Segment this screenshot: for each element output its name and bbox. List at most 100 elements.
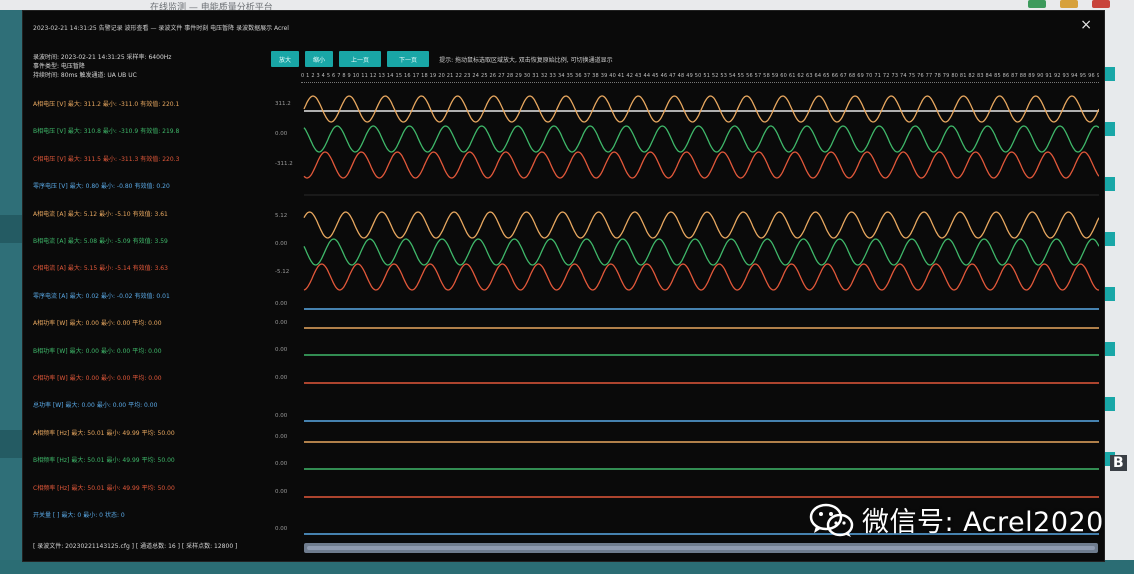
side-label[interactable]: B xyxy=(1110,455,1127,471)
channel-label: A相功率 [W] xyxy=(33,320,68,328)
voltage-trace xyxy=(303,151,1099,179)
channel-min: 最小: -5.09 xyxy=(99,238,131,245)
channel-max: 最大: 5.12 xyxy=(67,210,98,218)
record-info: 录波时间: 2023-02-21 14:31:25 采样率: 6400Hz 事件… xyxy=(33,53,171,80)
channel-max: 最大: 50.01 xyxy=(71,429,105,437)
channel-row[interactable]: B相电压 [V] 最大: 310.8 最小: -310.9 有效值: 219.8 xyxy=(33,126,181,135)
close-button[interactable]: × xyxy=(1080,17,1092,33)
right-tile[interactable] xyxy=(1105,397,1115,411)
current-trace xyxy=(303,263,1099,291)
current-trace xyxy=(303,211,1099,239)
channel-row[interactable]: A相功率 [W] 最大: 0.00 最小: 0.00 平均: 0.00 xyxy=(33,318,164,327)
time-ticker: 0 1 2 3 4 5 6 7 8 9 10 11 12 13 14 15 16… xyxy=(301,73,1099,79)
channel-max: 最大: 5.15 xyxy=(67,265,98,273)
zoom-out-button[interactable]: 缩小 xyxy=(305,51,334,67)
channel-rms: 有效值: 220.3 xyxy=(140,155,180,163)
waveform-modal: 2023-02-21 14:31:25 告警记录 波形查看 — 录波文件 事件时… xyxy=(22,10,1105,562)
info-line: 录波时间: 2023-02-21 14:31:25 采样率: 6400Hz xyxy=(33,54,172,61)
right-tile[interactable] xyxy=(1105,342,1115,356)
channel-row[interactable]: A相频率 [Hz] 最大: 50.01 最小: 49.99 平均: 50.00 xyxy=(33,428,177,437)
channel-label: 总功率 [W] xyxy=(33,402,64,410)
next-page-button[interactable]: 下一页 xyxy=(387,51,430,67)
channel-min: 最小: 49.99 xyxy=(106,429,140,437)
axis-label: 0.00 xyxy=(275,375,288,381)
toolbar-hint: 提示: 拖动鼠标选取区域放大, 双击恢复原始比例, 可切换通道显示 xyxy=(439,56,613,64)
right-tile[interactable] xyxy=(1105,232,1115,246)
channel-row[interactable]: A相电压 [V] 最大: 311.2 最小: -311.0 有效值: 220.1 xyxy=(33,99,181,108)
channel-max: 最大: 50.01 xyxy=(71,484,105,492)
previous-page-button[interactable]: 上一页 xyxy=(339,51,382,67)
current-trace xyxy=(303,238,1099,266)
zoom-in-button[interactable]: 放大 xyxy=(271,51,300,67)
background-bottom-bar xyxy=(0,560,1134,574)
right-tile[interactable] xyxy=(1105,67,1115,81)
axis-label: 311.2 xyxy=(275,101,291,107)
voltage-trace xyxy=(303,95,1099,123)
channel-row[interactable]: B相频率 [Hz] 最大: 50.01 最小: 49.99 平均: 50.00 xyxy=(33,455,177,464)
channel-min: 最小: 49.99 xyxy=(106,484,140,492)
channel-rms: 平均: 0.00 xyxy=(132,347,162,355)
channel-rms: 有效值: 219.8 xyxy=(140,128,180,136)
axis-label: 0.00 xyxy=(275,489,288,495)
channel-row[interactable]: C相电流 [A] 最大: 5.15 最小: -5.14 有效值: 3.63 xyxy=(33,263,170,272)
channel-row[interactable]: B相电流 [A] 最大: 5.08 最小: -5.09 有效值: 3.59 xyxy=(33,236,170,245)
channel-min: 最小: 0.00 xyxy=(96,402,127,410)
channel-row[interactable]: 开关量 [ ] 最大: 0 最小: 0 状态: 0 xyxy=(33,510,127,519)
toolbar: 放大 缩小 上一页 下一页 提示: 拖动鼠标选取区域放大, 双击恢复原始比例, … xyxy=(271,51,613,67)
channel-label: C相频率 [Hz] xyxy=(33,484,70,492)
channel-label: A相电流 [A] xyxy=(33,210,66,218)
channel-label: C相电压 [V] xyxy=(33,155,66,163)
badge-red-icon[interactable] xyxy=(1092,0,1110,8)
channel-row[interactable]: B相功率 [W] 最大: 0.00 最小: 0.00 平均: 0.00 xyxy=(33,346,164,355)
channel-row[interactable]: C相电压 [V] 最大: 311.5 最小: -311.3 有效值: 220.3 xyxy=(33,154,181,163)
badge-orange-icon[interactable] xyxy=(1060,0,1078,8)
watermark-text: 微信号: Acrel2020 xyxy=(862,507,1104,538)
channel-label: A相电压 [V] xyxy=(33,101,66,108)
channel-min: 最小: 0.00 xyxy=(100,347,131,355)
channel-min: 最小: 49.99 xyxy=(106,457,140,465)
channel-label: A相频率 [Hz] xyxy=(33,429,70,437)
horizontal-scrollbar[interactable] xyxy=(304,543,1098,553)
channel-max: 最大: 0.80 xyxy=(69,183,99,191)
sidebar-block[interactable] xyxy=(0,430,22,458)
channel-row[interactable]: 零序电压 [V] 最大: 0.80 最小: -0.80 有效值: 0.20 xyxy=(33,181,172,190)
info-line: 事件类型: 电压暂降 xyxy=(33,63,85,70)
channel-min: 最小: -311.3 xyxy=(103,155,139,163)
channel-rms: 平均: 50.00 xyxy=(141,457,175,465)
axis-label: 0.00 xyxy=(275,241,288,247)
right-tile[interactable] xyxy=(1105,122,1115,136)
scrollbar-thumb[interactable] xyxy=(307,546,1095,550)
modal-title: 2023-02-21 14:31:25 告警记录 波形查看 — 录波文件 事件时… xyxy=(33,25,289,32)
channel-max: 最大: 310.8 xyxy=(67,128,101,136)
channel-label: C相电流 [A] xyxy=(33,265,66,273)
footer-note: [ 录波文件: 20230221143125.cfg ] [ 通道总数: 16 … xyxy=(33,543,238,550)
background-sidebar xyxy=(0,10,22,574)
axis-label: 0.00 xyxy=(275,347,288,353)
axis-label: 0.00 xyxy=(275,301,288,307)
channel-max: 最大: 0 xyxy=(61,512,82,519)
channel-row[interactable]: 总功率 [W] 最大: 0.00 最小: 0.00 平均: 0.00 xyxy=(33,400,159,409)
badge-green-icon[interactable] xyxy=(1028,0,1046,8)
channel-row[interactable]: 零序电流 [A] 最大: 0.02 最小: -0.02 有效值: 0.01 xyxy=(33,291,172,300)
channel-max: 最大: 50.01 xyxy=(71,457,105,465)
axis-label: 0.00 xyxy=(275,320,288,326)
right-tile[interactable] xyxy=(1105,287,1115,301)
channel-min: 最小: -5.10 xyxy=(99,210,131,218)
channel-row[interactable]: C相频率 [Hz] 最大: 50.01 最小: 49.99 平均: 50.00 xyxy=(33,483,177,492)
channel-row[interactable]: A相电流 [A] 最大: 5.12 最小: -5.10 有效值: 3.61 xyxy=(33,209,170,218)
sidebar-block[interactable] xyxy=(0,215,22,243)
channel-min: 最小: -5.14 xyxy=(99,265,131,273)
channel-label: 零序电流 [A] xyxy=(33,292,68,300)
channel-rms: 状态: 0 xyxy=(105,512,125,519)
channel-label: 零序电压 [V] xyxy=(33,183,68,191)
channel-max: 最大: 5.08 xyxy=(67,238,98,245)
channel-min: 最小: 0.00 xyxy=(100,320,131,328)
axis-label: -5.12 xyxy=(275,269,289,275)
channel-max: 最大: 0.00 xyxy=(69,320,99,328)
channel-row[interactable]: C相功率 [W] 最大: 0.00 最小: 0.00 平均: 0.00 xyxy=(33,373,164,382)
axis-label: 0.00 xyxy=(275,461,288,467)
waveform-chart[interactable]: 311.2 0.00 -311.2 5.12 0.00 -5.12 0.00 0.00 0.00… xyxy=(271,87,1099,547)
right-tile[interactable] xyxy=(1105,177,1115,191)
waveform-svg[interactable]: 311.2 0.00 -311.2 5.12 0.00 -5.12 0.00 0.00 0.00… xyxy=(271,87,1099,547)
axis-label: 0.00 xyxy=(275,526,288,532)
